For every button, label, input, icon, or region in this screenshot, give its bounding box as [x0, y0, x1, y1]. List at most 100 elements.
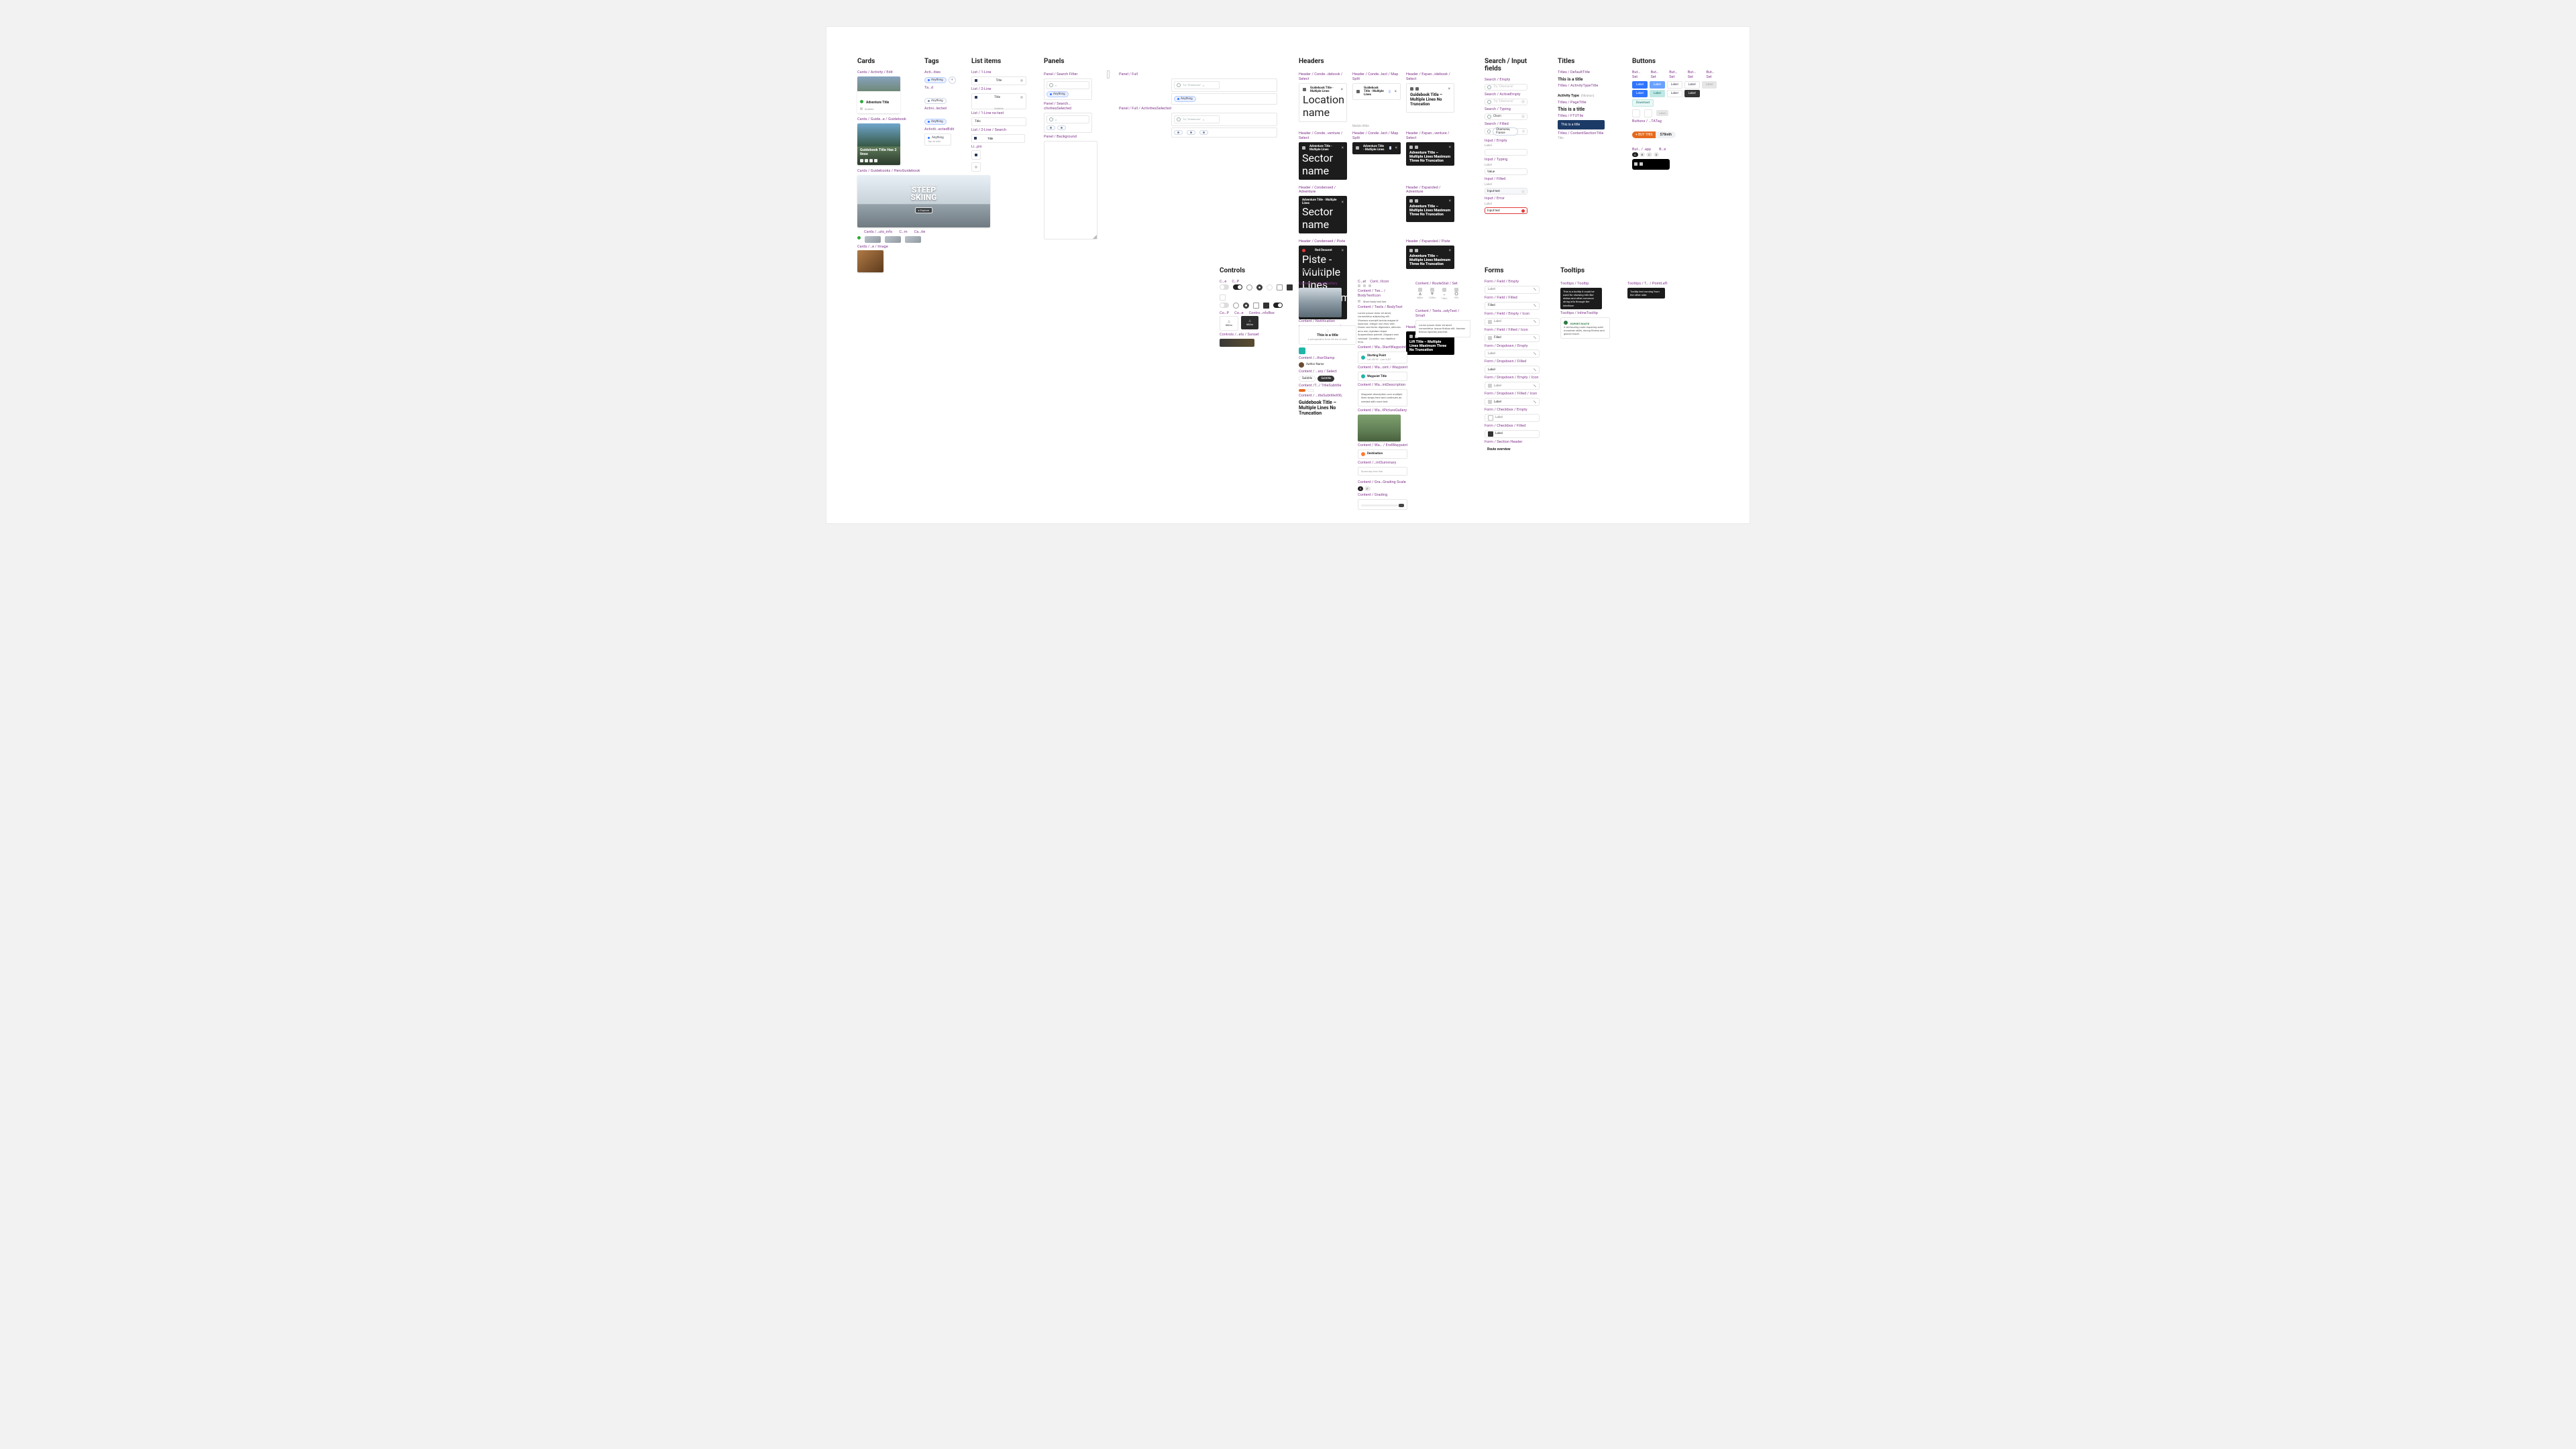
- ftu-tile[interactable]: This is a title: [1558, 120, 1605, 129]
- close-icon[interactable]: ×: [1449, 145, 1451, 150]
- checkbox-checked[interactable]: [1263, 303, 1269, 309]
- tag-add-icon[interactable]: ＋: [949, 76, 956, 84]
- list-item-pin[interactable]: [971, 150, 981, 160]
- form-dropdown-filled-icon[interactable]: Label: [1485, 398, 1540, 406]
- header-cond-adventure[interactable]: Adventure Title - Multiple Lines× Sector…: [1299, 196, 1347, 233]
- icon-button-ghost[interactable]: [1632, 109, 1640, 117]
- input-error[interactable]: Input text: [1485, 207, 1527, 214]
- header-cond-adventure-select[interactable]: Adventure Title - Multiple Lines× Sector…: [1299, 142, 1347, 180]
- search-chip[interactable]: Chamonix, France: [1493, 127, 1518, 136]
- list-item-1line[interactable]: Title: [971, 76, 1026, 85]
- notification-card[interactable]: ⓘ This is a title A perspiciatis from 36…: [1299, 325, 1356, 345]
- chevron-down-icon[interactable]: [1532, 352, 1537, 356]
- clear-icon[interactable]: ×: [1203, 84, 1205, 87]
- radio-empty[interactable]: [1233, 303, 1239, 309]
- search-field-typing[interactable]: Cham: [1485, 113, 1527, 120]
- checkbox-empty[interactable]: [1253, 303, 1259, 309]
- panel-chip[interactable]: [1057, 125, 1066, 130]
- outline-accent-button[interactable]: Download: [1632, 99, 1654, 107]
- list-item-2line[interactable]: Title Subtitle: [971, 93, 1026, 109]
- icon-button-ghost[interactable]: [1644, 109, 1652, 117]
- clear-icon[interactable]: ×: [1055, 118, 1058, 121]
- chevron-down-icon[interactable]: [1532, 335, 1537, 340]
- close-icon[interactable]: ×: [1342, 248, 1344, 253]
- clear-icon[interactable]: [1521, 115, 1525, 118]
- map-icon[interactable]: [1389, 146, 1391, 150]
- panel-search[interactable]: Try "Chamonix"×: [1174, 81, 1220, 89]
- hero-cta-button[interactable]: ▸ Explore: [915, 207, 932, 213]
- form-field-filled[interactable]: Filled: [1485, 302, 1540, 310]
- chevron-down-icon[interactable]: [1532, 303, 1537, 308]
- primary-button[interactable]: Label: [1632, 90, 1648, 97]
- form-field-empty[interactable]: Label: [1485, 286, 1540, 294]
- radio-empty[interactable]: [1246, 284, 1252, 290]
- header-exp-adventure-select[interactable]: × Adventure Title – Multiple Lines Maxim…: [1406, 142, 1454, 166]
- info-thumb[interactable]: [885, 236, 901, 243]
- list-item-1line-notext[interactable]: Title: [971, 117, 1026, 126]
- list-item-pin-alt[interactable]: [971, 162, 981, 172]
- clear-icon[interactable]: ×: [1055, 84, 1058, 87]
- map-icon[interactable]: [1389, 90, 1390, 93]
- header-exp-guidebook-select[interactable]: × Guidebook Title – Multiple Lines No Tr…: [1406, 83, 1454, 113]
- checkbox-icon[interactable]: [1488, 415, 1493, 421]
- clear-icon[interactable]: [1521, 190, 1525, 193]
- chevron-down-icon[interactable]: [1532, 368, 1537, 372]
- panel-chip-selected[interactable]: Anything: [1174, 96, 1196, 102]
- form-dropdown-empty[interactable]: Label: [1485, 350, 1540, 358]
- search-field-empty[interactable]: Try "Chamonix": [1485, 84, 1527, 91]
- header-exp-piste[interactable]: × Adventure Title – Multiple Lines Maxim…: [1406, 246, 1454, 269]
- dark-button[interactable]: Label: [1684, 90, 1700, 97]
- waypoint-mid[interactable]: Waypoint Title: [1358, 372, 1407, 381]
- primary-button[interactable]: Label: [1632, 81, 1648, 89]
- panel-search[interactable]: ×: [1046, 115, 1089, 123]
- price-pill[interactable]: + BUY THIS$78mth: [1632, 131, 1676, 138]
- panel-chip[interactable]: [1187, 130, 1195, 135]
- switch-off[interactable]: [1220, 303, 1229, 308]
- waypoint-picture-gallery[interactable]: [1358, 415, 1401, 441]
- radio-selected[interactable]: [1256, 284, 1263, 290]
- input-filled[interactable]: Input text: [1485, 188, 1527, 195]
- switch-on[interactable]: [1273, 303, 1283, 308]
- accent-button[interactable]: Label: [1650, 90, 1665, 97]
- teal-icon-tile[interactable]: [1299, 347, 1305, 354]
- tag-chip-selected[interactable]: Anything: [924, 77, 947, 83]
- list-search-input[interactable]: [986, 136, 1022, 141]
- close-icon[interactable]: ×: [1342, 200, 1344, 205]
- chevron-down-icon[interactable]: [1532, 399, 1537, 404]
- guidebook-card[interactable]: Guidebook Title Has 2 lines: [857, 123, 900, 165]
- activity-card[interactable]: Adventure Title Subtitle: [857, 76, 900, 113]
- info-thumb[interactable]: [865, 236, 881, 243]
- close-icon[interactable]: ×: [1448, 87, 1450, 91]
- tag-edit-box[interactable]: Anything Tap to edit: [924, 133, 951, 146]
- image-card[interactable]: [857, 250, 883, 272]
- panel-search[interactable]: ×: [1046, 81, 1089, 89]
- panel-chip-selected[interactable]: Anything: [1046, 91, 1069, 97]
- tag-chip[interactable]: Anything: [924, 98, 947, 104]
- list-item-search[interactable]: [971, 134, 1025, 143]
- checkbox-checked[interactable]: [1287, 284, 1293, 290]
- chevron-down-icon[interactable]: [1532, 384, 1537, 388]
- panel-search[interactable]: Try "Chamonix"×: [1174, 115, 1220, 123]
- search-field-active[interactable]: Try "Chamonix": [1485, 99, 1527, 105]
- resize-handle-icon[interactable]: [1093, 235, 1097, 239]
- chip-a[interactable]: A: [1632, 152, 1638, 157]
- form-checkbox-filled[interactable]: Label: [1485, 430, 1540, 438]
- ghost-button[interactable]: Label: [1684, 81, 1700, 89]
- image-gallery[interactable]: [1299, 288, 1342, 317]
- chip-c[interactable]: C: [1646, 152, 1652, 157]
- close-icon[interactable]: ×: [1449, 199, 1451, 203]
- close-icon[interactable]: ×: [1395, 89, 1397, 94]
- form-field-filled-icon[interactable]: Filled: [1485, 334, 1540, 342]
- header-cond-select-mapsplit-2[interactable]: Adventure Title - Multiple Lines×: [1352, 142, 1401, 154]
- form-dropdown-filled[interactable]: Label: [1485, 366, 1540, 374]
- checkbox-icon-checked[interactable]: [1488, 431, 1493, 437]
- panel-chip[interactable]: [1199, 130, 1208, 135]
- itinerary-pill[interactable]: Subtitle: [1299, 376, 1316, 382]
- close-icon[interactable]: ×: [1395, 146, 1397, 150]
- clear-icon[interactable]: [1521, 100, 1525, 103]
- panel-chip[interactable]: [1046, 125, 1055, 130]
- switch-off[interactable]: [1220, 284, 1229, 290]
- ghost-button[interactable]: Label: [1667, 81, 1682, 89]
- ghost-button[interactable]: Label: [1667, 90, 1682, 97]
- close-icon[interactable]: ×: [1449, 248, 1451, 253]
